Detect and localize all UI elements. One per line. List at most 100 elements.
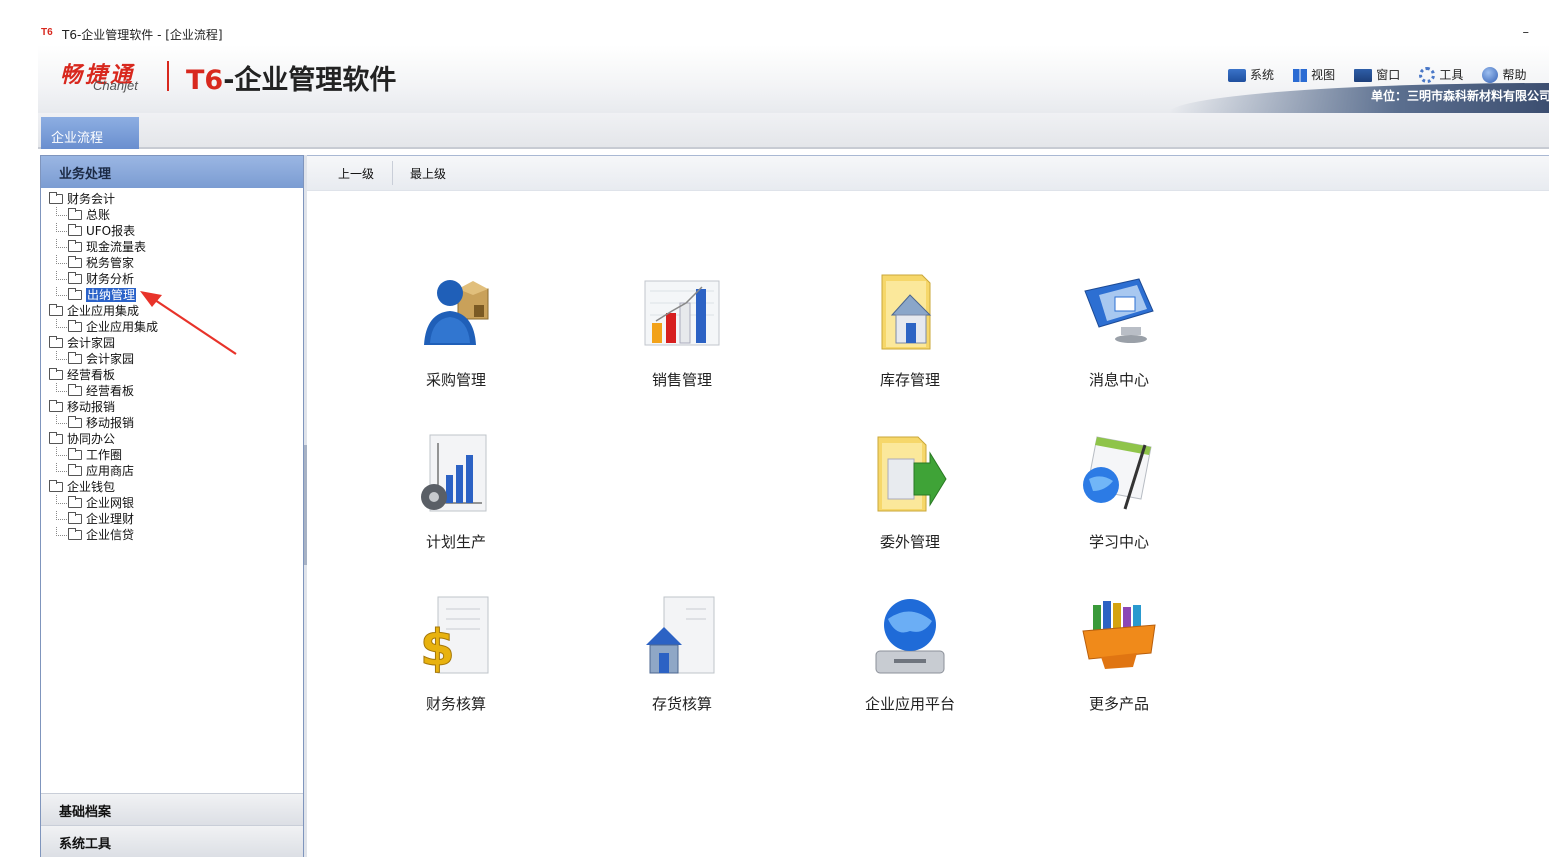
tree-item-wealth-management[interactable]: 企业理财 xyxy=(47,511,297,527)
folder-icon xyxy=(68,495,82,508)
tree-item-tax[interactable]: 税务管家 xyxy=(47,255,297,271)
module-label: 采购管理 xyxy=(425,371,486,389)
folder-icon xyxy=(68,511,82,524)
folder-icon xyxy=(68,287,82,300)
message-monitor-icon xyxy=(1079,271,1159,351)
window-icon xyxy=(1354,69,1373,82)
module-label: 消息中心 xyxy=(1088,371,1149,389)
sidebar-header-business[interactable]: 业务处理 xyxy=(41,156,303,188)
module-enterprise-platform[interactable]: 企业应用平台 xyxy=(840,595,980,725)
tree-item-app-store[interactable]: 应用商店 xyxy=(47,463,297,479)
header-banner: 畅捷通 Chanjet T6-企业管理软件 系统 视图 窗口 工具 帮助 单位：… xyxy=(38,45,1549,113)
help-icon xyxy=(1482,67,1499,84)
folder-icon xyxy=(49,479,63,492)
brand-logo-english: Chanjet xyxy=(93,78,138,93)
outsourcing-folder-icon xyxy=(870,433,950,513)
menu-window[interactable]: 窗口 xyxy=(1354,66,1400,83)
folder-icon xyxy=(49,367,63,380)
module-more-products[interactable]: 更多产品 xyxy=(1049,595,1189,725)
house-document-icon xyxy=(642,595,722,675)
menu-view[interactable]: 视图 xyxy=(1293,66,1335,83)
folder-icon xyxy=(68,463,82,476)
module-inventory[interactable]: 库存管理 xyxy=(840,271,980,401)
module-outsourcing[interactable]: 委外管理 xyxy=(840,433,980,563)
folder-icon xyxy=(68,223,82,236)
folder-icon xyxy=(49,191,63,204)
inventory-folder-icon xyxy=(870,271,950,351)
product-title: T6-企业管理软件 xyxy=(186,65,397,96)
folder-icon xyxy=(49,335,63,348)
tools-icon xyxy=(1419,67,1436,84)
tree-item-wallet[interactable]: 企业钱包 xyxy=(47,479,297,495)
module-label: 库存管理 xyxy=(879,371,940,389)
tree-item-eai[interactable]: 企业应用集成 xyxy=(47,303,297,319)
folder-icon xyxy=(68,319,82,332)
folder-icon xyxy=(68,271,82,284)
sidebar-section-basic-archives[interactable]: 基础档案 xyxy=(41,793,303,825)
module-label: 更多产品 xyxy=(1088,695,1149,713)
folder-icon xyxy=(49,431,63,444)
production-plan-icon xyxy=(416,433,496,513)
folder-icon xyxy=(49,399,63,412)
sidebar: 业务处理 财务会计 总账 UFO报表 现金流量表 税务管家 财务分析 出纳管理 … xyxy=(40,155,304,857)
folder-icon xyxy=(68,415,82,428)
menu-system[interactable]: 系统 xyxy=(1228,66,1274,83)
module-inventory-accounting[interactable]: 存货核算 xyxy=(612,595,752,725)
tree-item-eai-child[interactable]: 企业应用集成 xyxy=(47,319,297,335)
module-learning-center[interactable]: 学习中心 xyxy=(1049,433,1189,563)
tree-item-ufo-report[interactable]: UFO报表 xyxy=(47,223,297,239)
tree-item-mobile-expense-child[interactable]: 移动报销 xyxy=(47,415,297,431)
tree-item-finance[interactable]: 财务会计 xyxy=(47,191,297,207)
tab-strip: 企业流程 xyxy=(38,113,1549,149)
system-icon xyxy=(1228,69,1246,82)
tree-item-accountant-home-child[interactable]: 会计家园 xyxy=(47,351,297,367)
svg-text:$: $ xyxy=(420,619,455,675)
folder-icon xyxy=(68,447,82,460)
module-label: 计划生产 xyxy=(425,533,486,551)
minimize-button[interactable]: – xyxy=(1523,25,1530,40)
module-label: 委外管理 xyxy=(879,533,940,551)
tree-item-accountant-home[interactable]: 会计家园 xyxy=(47,335,297,351)
top-level-button[interactable]: 最上级 xyxy=(410,165,446,182)
tree-item-collaboration[interactable]: 协同办公 xyxy=(47,431,297,447)
menu-tools[interactable]: 工具 xyxy=(1419,66,1463,84)
up-level-button[interactable]: 上一级 xyxy=(338,165,374,182)
window-title: T6-企业管理软件 - [企业流程] xyxy=(62,28,223,42)
logo-divider xyxy=(167,61,169,91)
tree-item-mobile-expense[interactable]: 移动报销 xyxy=(47,399,297,415)
module-label: 财务核算 xyxy=(425,695,486,713)
tree-item-financial-analysis[interactable]: 财务分析 xyxy=(47,271,297,287)
tree-item-dashboard-child[interactable]: 经营看板 xyxy=(47,383,297,399)
tree-item-cash-flow[interactable]: 现金流量表 xyxy=(47,239,297,255)
tree-item-cashier[interactable]: 出纳管理 xyxy=(47,287,297,303)
app-icon: T6 xyxy=(41,27,53,38)
menu-help[interactable]: 帮助 xyxy=(1482,66,1526,84)
module-production-planning[interactable]: 计划生产 xyxy=(386,433,526,563)
platform-globe-icon xyxy=(870,595,950,675)
toolbar-divider xyxy=(392,161,393,185)
folder-icon xyxy=(68,527,82,540)
module-message-center[interactable]: 消息中心 xyxy=(1049,271,1189,401)
business-tree: 财务会计 总账 UFO报表 现金流量表 税务管家 财务分析 出纳管理 企业应用集… xyxy=(47,191,297,543)
tree-item-online-banking[interactable]: 企业网银 xyxy=(47,495,297,511)
dollar-document-icon: $ xyxy=(416,595,496,678)
tree-item-dashboard[interactable]: 经营看板 xyxy=(47,367,297,383)
module-financial-accounting[interactable]: $ 财务核算 xyxy=(386,595,526,725)
module-label: 销售管理 xyxy=(651,371,712,389)
tab-enterprise-flow[interactable]: 企业流程 xyxy=(41,117,139,149)
folder-icon xyxy=(68,239,82,252)
module-purchase[interactable]: 采购管理 xyxy=(386,271,526,401)
tree-item-work-circle[interactable]: 工作圈 xyxy=(47,447,297,463)
sales-chart-icon xyxy=(642,271,722,351)
module-label: 存货核算 xyxy=(651,695,712,713)
folder-icon xyxy=(68,383,82,396)
module-sales[interactable]: 销售管理 xyxy=(612,271,752,401)
tree-item-credit[interactable]: 企业信贷 xyxy=(47,527,297,543)
tree-item-general-ledger[interactable]: 总账 xyxy=(47,207,297,223)
sidebar-section-system-tools[interactable]: 系统工具 xyxy=(41,825,303,857)
company-unit: 单位：三明市森科新材料有限公司 xyxy=(1371,89,1549,103)
navigation-toolbar: 上一级 最上级 xyxy=(307,156,1549,191)
learning-globe-icon xyxy=(1079,433,1159,513)
purchase-icon xyxy=(416,271,496,351)
module-label: 企业应用平台 xyxy=(864,695,955,713)
